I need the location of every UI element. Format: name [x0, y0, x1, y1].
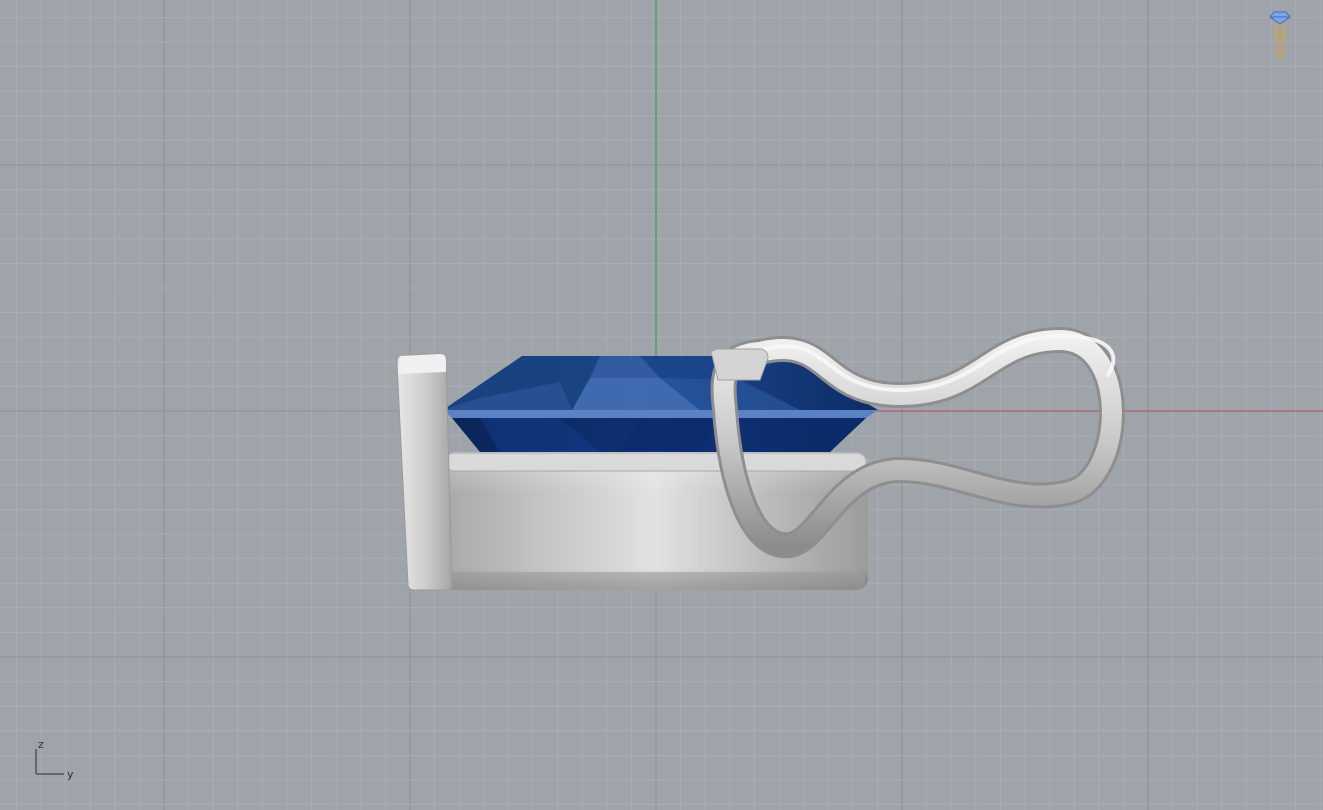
axis-triad: z y	[35, 738, 74, 781]
3d-viewport[interactable]: z y	[0, 0, 1323, 810]
triad-y-label: y	[67, 768, 74, 781]
pendant-model[interactable]	[396, 327, 1125, 591]
back-plate[interactable]	[396, 353, 453, 591]
triad-z-label: z	[38, 738, 44, 751]
viewport-canvas[interactable]: z y	[0, 0, 1323, 810]
diamond-pen-icon[interactable]	[1269, 11, 1291, 61]
